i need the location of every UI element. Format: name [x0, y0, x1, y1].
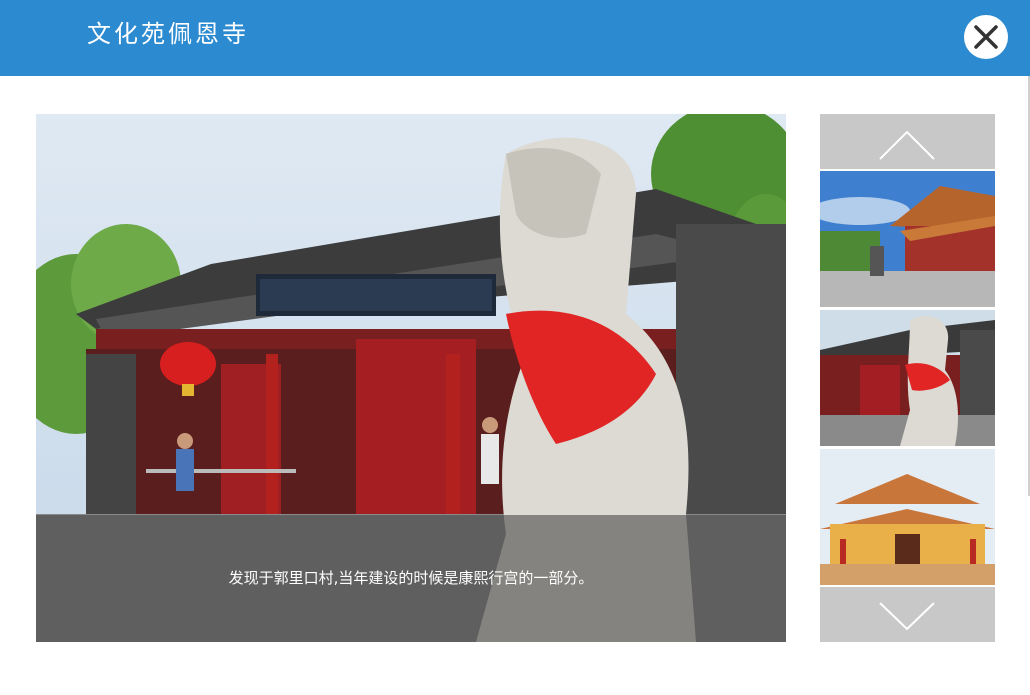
- thumbnail-image-qilin-gate: [820, 310, 995, 446]
- caption-bar: 发现于郭里口村,当年建设的时候是康熙行宫的一部分。: [36, 515, 786, 642]
- thumbnail-image-temple-hall: [820, 171, 995, 307]
- dialog-header: 文化苑佩恩寺: [0, 0, 1030, 76]
- thumbnail-2[interactable]: [820, 310, 995, 446]
- thumbnail-strip: [820, 114, 995, 642]
- thumbnail-down-button[interactable]: [820, 587, 995, 642]
- thumbnail-3[interactable]: [820, 449, 995, 585]
- thumbnail-image-yellow-temple: [820, 449, 995, 585]
- thumbnail-1[interactable]: [820, 171, 995, 307]
- main-photo: 发现于郭里口村,当年建设的时候是康熙行宫的一部分。: [36, 114, 786, 642]
- thumbnail-up-button[interactable]: [820, 114, 995, 169]
- photo-caption: 发现于郭里口村,当年建设的时候是康熙行宫的一部分。: [228, 569, 594, 587]
- close-button[interactable]: [964, 15, 1008, 59]
- chevron-up-icon: [879, 130, 935, 160]
- dialog-title: 文化苑佩恩寺: [87, 20, 249, 48]
- chevron-down-icon: [879, 602, 935, 631]
- close-icon: [974, 25, 998, 49]
